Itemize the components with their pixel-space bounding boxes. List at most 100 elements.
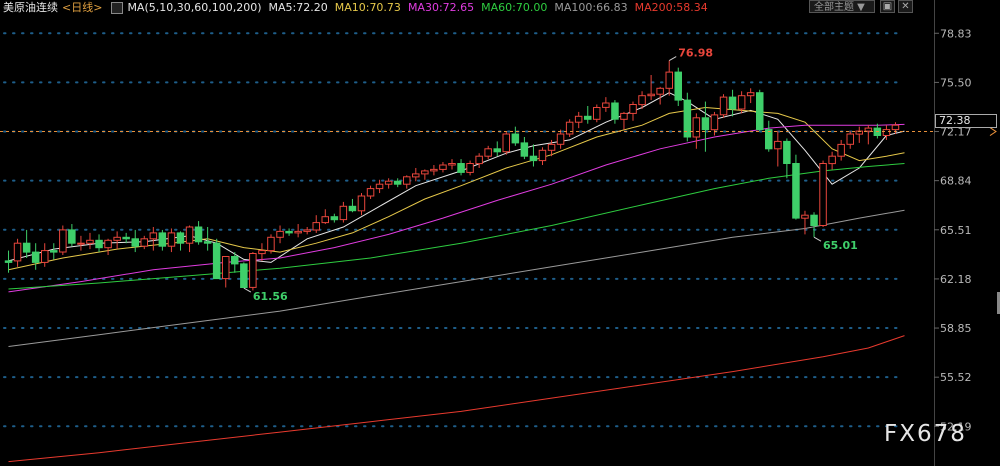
candle-up (149, 232, 158, 240)
candle-down (122, 236, 130, 240)
y-tick-label: 75.50 (940, 76, 972, 89)
candle-up (294, 230, 302, 234)
candle-up (140, 238, 148, 247)
candle-up (77, 242, 85, 245)
candle-down (792, 163, 800, 219)
candle-down (783, 140, 791, 164)
candle-up (448, 163, 456, 166)
ma-settings-icon[interactable] (111, 2, 124, 14)
candle-up (638, 95, 646, 106)
candle-down (457, 163, 465, 173)
candle-up (384, 180, 393, 185)
candle-down (584, 115, 592, 120)
candle-up (104, 239, 112, 249)
candle-up (719, 96, 728, 116)
candle-up (113, 236, 121, 241)
candle-up (312, 222, 320, 231)
candle-up (403, 176, 411, 185)
candle-up (466, 163, 474, 173)
candle-down (22, 242, 31, 253)
candle-up (321, 216, 329, 224)
candle-up (222, 256, 230, 280)
candle-up (167, 232, 176, 247)
ma60-value: MA60:70.00 (481, 0, 548, 14)
candle-up (258, 250, 266, 255)
annotations: 76.98 61.56 65.01 (243, 47, 858, 303)
candle-up (828, 155, 836, 165)
candle-up (656, 87, 664, 95)
candle-up (430, 168, 438, 172)
candle-up (41, 250, 49, 263)
price-annotation: 65.01 (823, 239, 858, 252)
candle-up (421, 170, 429, 175)
price-annotation: 61.56 (253, 290, 288, 303)
close-button[interactable]: ✕ (898, 0, 913, 13)
candle-up (59, 229, 67, 253)
candle-down (348, 205, 357, 212)
candle-down (158, 232, 167, 247)
candle-down (611, 102, 619, 120)
annotation-leader (243, 287, 252, 293)
candle-up (593, 107, 601, 120)
candle-up (846, 133, 854, 145)
candle-down (95, 239, 103, 249)
candle-down (68, 229, 76, 244)
candle-down (203, 241, 212, 244)
candle-up (774, 140, 782, 150)
candle-up (267, 236, 275, 252)
candle-up (439, 164, 447, 170)
ma-line-ma5 (8, 92, 905, 263)
ma200-value: MA200:58.34 (634, 0, 708, 14)
y-axis: 78.8375.5072.1768.8465.5162.1858.8555.52… (934, 0, 1000, 466)
candle-up (475, 155, 483, 165)
candle-up (375, 183, 384, 190)
candle-up (746, 92, 755, 97)
candle-up (86, 239, 94, 244)
candle-up (13, 242, 22, 262)
ma-params: MA(5,10,30,60,100,200) (127, 0, 262, 14)
watermark: FX678 (884, 421, 967, 447)
candle-up (629, 104, 637, 114)
candle-up (819, 163, 827, 226)
candle-up (412, 173, 420, 178)
y-tick-label: 78.83 (940, 27, 972, 40)
candle-up (602, 102, 610, 108)
candle-up (864, 127, 873, 132)
y-tick-label: 58.85 (940, 322, 972, 335)
candle-up (339, 205, 348, 221)
candle-down (330, 216, 339, 221)
candle-up (538, 149, 547, 162)
candles (4, 60, 900, 291)
y-tick-label: 62.18 (940, 273, 972, 286)
candle-up (647, 93, 655, 97)
annotation-leader (668, 56, 677, 61)
subject-select-label: 全部主题 (814, 2, 854, 13)
annotation-leader (813, 236, 822, 242)
subject-select[interactable]: 全部主题 ▼ (809, 0, 875, 13)
candle-up (665, 71, 673, 89)
grid-dots (3, 32, 901, 428)
candle-up (882, 129, 891, 137)
kline-chart[interactable]: 76.9861.5665.01 78.8375.5072.1768.8465.5… (0, 0, 1000, 466)
candle-up (276, 230, 284, 238)
candle-down (756, 92, 764, 131)
ma-legend: 美原油连续 <日线> MA(5,10,30,60,100,200) MA5:72… (0, 0, 715, 14)
candle-up (891, 124, 900, 131)
candle-down (231, 256, 239, 265)
instrument-name: 美原油连续 (3, 1, 58, 14)
candle-down (194, 226, 203, 243)
ma5-value: MA5:72.20 (268, 0, 328, 14)
candle-up (484, 148, 492, 157)
candle-down (520, 142, 529, 157)
candle-down (240, 263, 248, 288)
candle-up (710, 114, 719, 131)
ma10-value: MA10:70.73 (334, 0, 401, 14)
candle-up (556, 133, 565, 145)
candle-up (737, 95, 746, 110)
current-price-tag: 72.38 (935, 114, 997, 128)
restore-button[interactable]: ▣ (880, 0, 895, 13)
ref-arrow-icon (989, 127, 997, 136)
candle-down (50, 250, 58, 253)
candle-down (511, 133, 520, 144)
period-label[interactable]: <日线> (62, 0, 102, 15)
